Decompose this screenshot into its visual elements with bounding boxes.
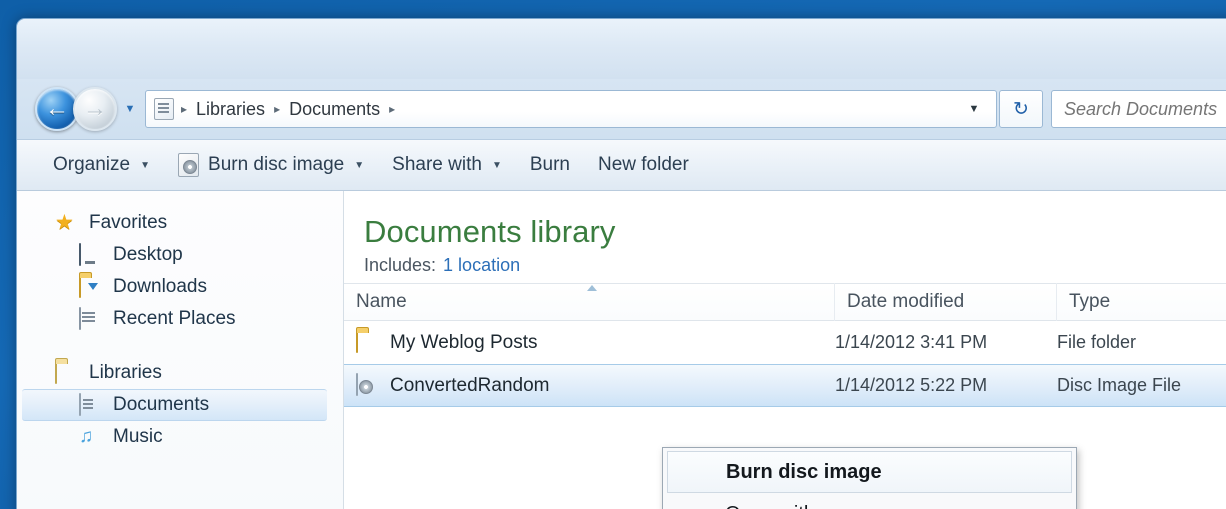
- library-locations-link[interactable]: 1 location: [443, 255, 520, 276]
- forward-arrow-icon: →: [83, 95, 107, 122]
- sidebar-item-music[interactable]: ♫ Music: [17, 421, 343, 453]
- file-name-label: ConvertedRandom: [390, 374, 550, 396]
- toolbar-item-label: Organize: [53, 154, 131, 175]
- sidebar-group-favorites[interactable]: ★ Favorites: [17, 207, 343, 239]
- downloads-folder-icon: [79, 275, 103, 298]
- chevron-down-icon: ▼: [354, 159, 365, 171]
- document-icon: [79, 393, 103, 416]
- column-header-type[interactable]: Type: [1057, 283, 1226, 321]
- disc-image-icon: [178, 153, 200, 177]
- chevron-down-icon: ▼: [124, 103, 136, 115]
- column-header-row: Name Date modified Type: [344, 283, 1226, 321]
- file-name-cell: ConvertedRandom: [344, 372, 835, 398]
- sidebar-item-recent-places[interactable]: Recent Places: [17, 303, 343, 335]
- sidebar-group-libraries[interactable]: Libraries: [17, 357, 343, 389]
- context-menu-item-label: Burn disc image: [726, 460, 882, 483]
- sidebar-item-label: Libraries: [89, 362, 162, 383]
- music-icon: ♫: [79, 426, 94, 447]
- recent-pages-dropdown-button[interactable]: ▼: [119, 89, 141, 129]
- libraries-folder-icon: [55, 361, 79, 384]
- toolbar-new-folder-button[interactable]: New folder: [584, 145, 703, 185]
- sidebar-item-downloads[interactable]: Downloads: [17, 271, 343, 303]
- file-name-cell: My Weblog Posts: [344, 329, 835, 355]
- toolbar-item-label: Burn: [529, 154, 570, 175]
- library-header: Documents library Includes: 1 location A…: [344, 191, 1226, 283]
- table-row[interactable]: My Weblog Posts 1/14/2012 3:41 PM File f…: [344, 321, 1226, 364]
- breadcrumb-separator-icon: ▸: [274, 102, 281, 116]
- toolbar-organize-button[interactable]: Organize ▼: [39, 145, 164, 185]
- column-header-label: Name: [356, 291, 407, 312]
- file-type-cell: File folder: [1057, 332, 1137, 352]
- sort-ascending-icon: [587, 285, 597, 291]
- breadcrumb-libraries[interactable]: Libraries: [194, 97, 267, 122]
- sidebar-item-label: Music: [113, 426, 163, 447]
- search-input[interactable]: [1064, 98, 1226, 120]
- sidebar-item-label: Documents: [113, 394, 210, 415]
- star-icon: ★: [55, 211, 74, 234]
- back-arrow-icon: ←: [45, 95, 69, 122]
- command-toolbar: Organize ▼ Burn disc image ▼ Share with …: [17, 139, 1226, 191]
- recent-places-icon: [79, 307, 103, 330]
- toolbar-burn-disc-image-button[interactable]: Burn disc image ▼: [164, 145, 378, 185]
- column-header-label: Type: [1069, 291, 1111, 312]
- column-header-label: Date modified: [847, 291, 965, 312]
- file-name-label: My Weblog Posts: [390, 331, 538, 353]
- column-header-date-modified[interactable]: Date modified: [835, 283, 1057, 321]
- refresh-icon: ↻: [1013, 98, 1029, 120]
- context-menu: Burn disc image Open with...: [662, 447, 1077, 509]
- file-type-cell: Disc Image File: [1057, 375, 1182, 395]
- chevron-down-icon: ▼: [491, 159, 502, 171]
- table-row[interactable]: ConvertedRandom 1/14/2012 5:22 PM Disc I…: [344, 364, 1226, 407]
- address-breadcrumb-bar[interactable]: ▸ Libraries ▸ Documents ▸ ▼: [145, 90, 997, 128]
- address-bar: ← → ▼ ▸ Libraries ▸ Documents ▸ ▼ ↻: [17, 79, 1226, 139]
- file-date-cell: 1/14/2012 5:22 PM: [835, 375, 988, 395]
- navigation-pane: ★ Favorites Desktop Downloads Recent Pla…: [17, 191, 344, 509]
- refresh-button[interactable]: ↻: [999, 90, 1043, 128]
- context-menu-item-burn-disc-image[interactable]: Burn disc image: [667, 451, 1072, 493]
- page-title: Documents library: [364, 214, 616, 249]
- search-box[interactable]: [1051, 90, 1226, 128]
- context-menu-item-open-with[interactable]: Open with...: [663, 493, 1076, 509]
- toolbar-item-label: New folder: [597, 154, 689, 175]
- toolbar-burn-button[interactable]: Burn: [516, 145, 584, 185]
- file-date-cell: 1/14/2012 3:41 PM: [835, 332, 988, 352]
- toolbar-item-label: Burn disc image: [208, 154, 345, 175]
- sidebar-item-label: Favorites: [89, 212, 168, 233]
- explorer-window: ← → ▼ ▸ Libraries ▸ Documents ▸ ▼ ↻ Sear…: [16, 18, 1226, 509]
- desktop-icon: [79, 243, 103, 266]
- disc-image-icon: [356, 372, 378, 398]
- chevron-down-icon: ▼: [968, 103, 980, 115]
- breadcrumb-documents[interactable]: Documents: [287, 97, 382, 122]
- library-includes: Includes: 1 location: [364, 255, 1226, 276]
- breadcrumb-separator-icon: ▸: [181, 102, 188, 116]
- breadcrumb-separator-end-icon[interactable]: ▸: [389, 102, 395, 116]
- folder-icon: [356, 329, 378, 355]
- includes-label: Includes:: [364, 255, 437, 275]
- sidebar-item-label: Recent Places: [113, 308, 236, 329]
- window-title-glass: [17, 19, 1226, 79]
- sidebar-item-label: Downloads: [113, 276, 207, 297]
- library-document-icon: [154, 98, 174, 120]
- sidebar-item-desktop[interactable]: Desktop: [17, 239, 343, 271]
- toolbar-share-with-button[interactable]: Share with ▼: [378, 145, 516, 185]
- sidebar-item-label: Desktop: [113, 244, 183, 265]
- toolbar-item-label: Share with: [392, 154, 482, 175]
- address-dropdown-button[interactable]: ▼: [956, 91, 992, 127]
- forward-button[interactable]: →: [73, 87, 117, 131]
- context-menu-item-label: Open with...: [725, 503, 832, 509]
- sidebar-item-documents[interactable]: Documents: [22, 389, 327, 421]
- chevron-down-icon: ▼: [140, 159, 151, 171]
